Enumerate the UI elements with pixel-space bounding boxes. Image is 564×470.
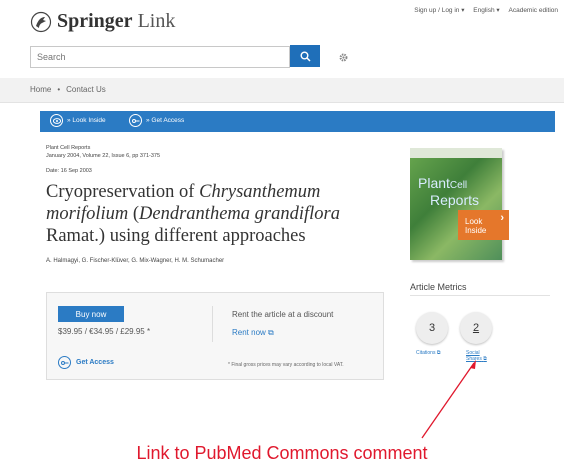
key-icon — [58, 356, 71, 369]
purchase-divider — [212, 306, 213, 342]
get-access-link[interactable]: Get Access — [58, 356, 114, 369]
breadcrumb: Home • Contact Us — [30, 85, 106, 94]
springer-horse-icon — [30, 11, 52, 32]
chevron-right-icon: › — [500, 212, 504, 224]
buy-now-button[interactable]: Buy now — [58, 306, 124, 322]
sign-up-login-link[interactable]: Sign up / Log in — [414, 7, 459, 14]
cover-top-band — [410, 148, 502, 158]
get-access-text: Get Access — [76, 359, 114, 366]
breadcrumb-contact-us[interactable]: Contact Us — [66, 85, 106, 94]
social-shares-count[interactable]: 2 — [460, 312, 492, 344]
look-inside-action[interactable]: » Look Inside — [50, 114, 106, 127]
eye-icon — [50, 114, 63, 127]
publication-date: Date: 16 Sep 2003 — [46, 168, 92, 174]
logo-wordmark: Springer Link — [57, 10, 176, 32]
vat-note: * Final gross prices may vary according … — [228, 362, 344, 368]
citations-count[interactable]: 3 — [416, 312, 448, 344]
author-list[interactable]: A. Halmagyi, G. Fischer-Klüver, G. Mix-W… — [46, 258, 224, 264]
search-icon — [300, 51, 311, 62]
article-title: Cryopreservation of Chrysanthemum morifo… — [46, 182, 340, 246]
breadcrumb-home[interactable]: Home — [30, 85, 51, 94]
external-link-icon: ⧉ — [483, 356, 487, 362]
look-inside-text: Look Inside — [465, 217, 487, 235]
key-icon — [129, 114, 142, 127]
search-input[interactable] — [31, 48, 283, 66]
external-link-icon: ⧉ — [268, 328, 274, 337]
get-access-action[interactable]: » Get Access — [129, 114, 184, 127]
rent-now-link[interactable]: Rent now ⧉ — [232, 328, 274, 338]
top-links: Sign up / Log in ▾ English ▾ Academic ed… — [414, 7, 559, 14]
citations-link[interactable]: Citations ⧉ — [416, 350, 440, 356]
search-field[interactable] — [30, 46, 290, 68]
issue-info: January 2004, Volume 22, Issue 6, pp 371… — [46, 153, 161, 159]
language-selector[interactable]: English — [473, 7, 494, 14]
article-metrics-heading: Article Metrics — [410, 282, 467, 292]
get-access-label: » Get Access — [146, 117, 185, 124]
journal-name[interactable]: Plant Cell Reports — [46, 145, 90, 151]
journal-cover[interactable]: PlantCell Reports — [410, 148, 502, 260]
search-button[interactable] — [290, 45, 320, 67]
search-options-button[interactable] — [334, 48, 352, 66]
cover-title: PlantCell Reports — [418, 175, 480, 208]
academic-edition-link[interactable]: Academic edition — [509, 7, 559, 14]
external-link-icon: ⧉ — [436, 350, 441, 356]
price-text: $39.95 / €34.95 / £29.95 * — [58, 327, 151, 336]
springer-link-logo[interactable]: Springer Link — [30, 10, 175, 33]
article-action-bar: » Look Inside » Get Access — [40, 111, 555, 132]
look-inside-button[interactable]: Look Inside › — [458, 210, 509, 240]
metrics-divider — [410, 295, 550, 296]
annotation-caption: Link to PubMed Commons comment — [136, 443, 428, 463]
look-inside-label: » Look Inside — [67, 117, 106, 124]
social-shares-link[interactable]: Social Shares ⧉ — [466, 350, 487, 362]
gear-icon — [339, 53, 347, 61]
rent-description: Rent the article at a discount — [232, 310, 334, 319]
